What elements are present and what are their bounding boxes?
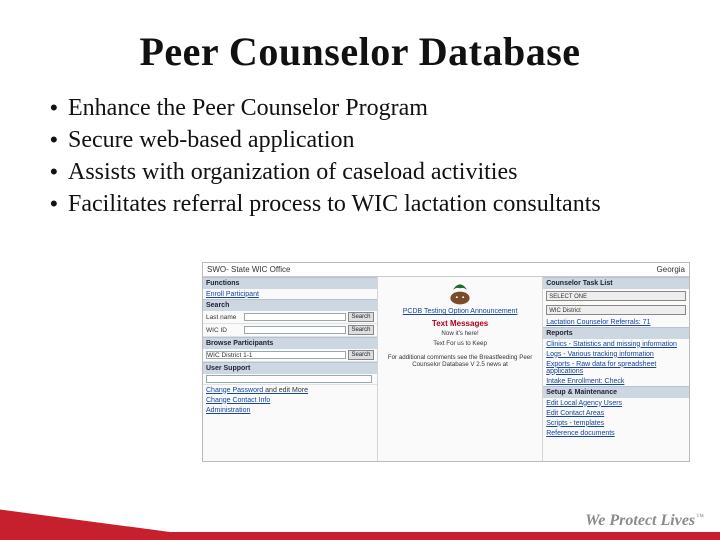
maint-edit-contact-link[interactable]: Edit Contact Areas [543,408,689,418]
bullet-text: Enhance the Peer Counselor Program [68,93,428,123]
left-panel: Functions Enroll Participant Search Last… [203,277,378,461]
app-header: SWO- State WIC Office Georgia [203,263,689,277]
app-screenshot: SWO- State WIC Office Georgia Functions … [202,262,690,462]
bullet-text: Assists with organization of caseload ac… [68,157,517,187]
slide: Peer Counselor Database • Enhance the Pe… [0,0,720,540]
district-select[interactable]: WIC District 1-1 [206,351,346,359]
app-title: SWO- State WIC Office [207,265,290,274]
bullet-item: • Enhance the Peer Counselor Program [50,93,670,123]
panel-header-tasklist: Counselor Task List [543,277,689,289]
search-wicid-row: WIC ID Search [203,324,377,337]
maint-scripts-link[interactable]: Scripts - templates [543,418,689,428]
maint-reference-link[interactable]: Reference documents [543,428,689,438]
wic-district-dropdown[interactable]: WIC District [546,305,686,315]
panel-header-maintenance: Setup & Maintenance [543,386,689,398]
maint-edit-local-link[interactable]: Edit Local Agency Users [543,398,689,408]
label-wicid: WIC ID [206,327,244,334]
bullet-item: • Assists with organization of caseload … [50,157,670,187]
trademark-icon: ™ [695,512,704,521]
app-logo-icon [447,282,473,306]
panel-header-functions: Functions [203,277,377,289]
center-panel: PCDB Testing Option Announcement Text Me… [378,277,543,461]
select-one-dropdown[interactable]: SELECT ONE [546,291,686,301]
panel-header-search: Search [203,299,377,311]
search-button[interactable]: Search [348,325,374,335]
change-contact-link[interactable]: Change Contact Info [203,395,377,405]
lactation-referrals-link[interactable]: Lactation Counselor Referrals: 71 [543,317,689,327]
app-state: Georgia [657,265,685,274]
search-lastname-row: Last name Search [203,311,377,324]
support-select-row [203,374,377,385]
bullet-icon: • [50,125,68,155]
text-messages-heading: Text Messages [432,319,488,328]
announcement-body: For additional comments see the Breastfe… [381,354,539,370]
announcement-title[interactable]: PCDB Testing Option Announcement [403,308,518,315]
tagline: We Protect Lives™ [585,512,704,530]
bullet-text: Secure web-based application [68,125,355,155]
search-button[interactable]: Search [348,312,374,322]
bullet-item: • Facilitates referral process to WIC la… [50,189,670,219]
support-select[interactable] [206,375,372,383]
slide-title: Peer Counselor Database [0,0,720,75]
panel-header-browse: Browse Participants [203,337,377,349]
announcement-line: Now it's here! [441,330,478,338]
bullet-list: • Enhance the Peer Counselor Program • S… [50,93,670,219]
label-lastname: Last name [206,314,244,321]
report-intake-link[interactable]: Intake Enrollment: Check [543,376,689,386]
bullet-icon: • [50,93,68,123]
panel-header-usersupport: User Support [203,362,377,374]
browse-row: WIC District 1-1 Search [203,349,377,362]
bullet-text: Facilitates referral process to WIC lact… [68,189,601,219]
report-logs-link[interactable]: Logs - Various tracking information [543,349,689,359]
announcement-line: Text For us to Keep [433,340,487,348]
report-clinics-link[interactable]: Clinics - Statistics and missing informa… [543,339,689,349]
wicid-input[interactable] [244,326,346,334]
lastname-input[interactable] [244,313,346,321]
bullet-icon: • [50,189,68,219]
footer-red-bar [0,532,720,540]
bullet-icon: • [50,157,68,187]
enroll-link[interactable]: Enroll Participant [203,289,377,299]
panel-header-reports: Reports [543,327,689,339]
right-panel: Counselor Task List SELECT ONE WIC Distr… [543,277,689,461]
report-exports-link[interactable]: Exports - Raw data for spreadsheet appli… [543,359,689,376]
administration-link[interactable]: Administration [203,405,377,415]
footer-wedge-shape [0,510,170,533]
change-password-link[interactable]: Change Password and edit More [203,385,377,395]
bullet-item: • Secure web-based application [50,125,670,155]
search-button[interactable]: Search [348,350,374,360]
